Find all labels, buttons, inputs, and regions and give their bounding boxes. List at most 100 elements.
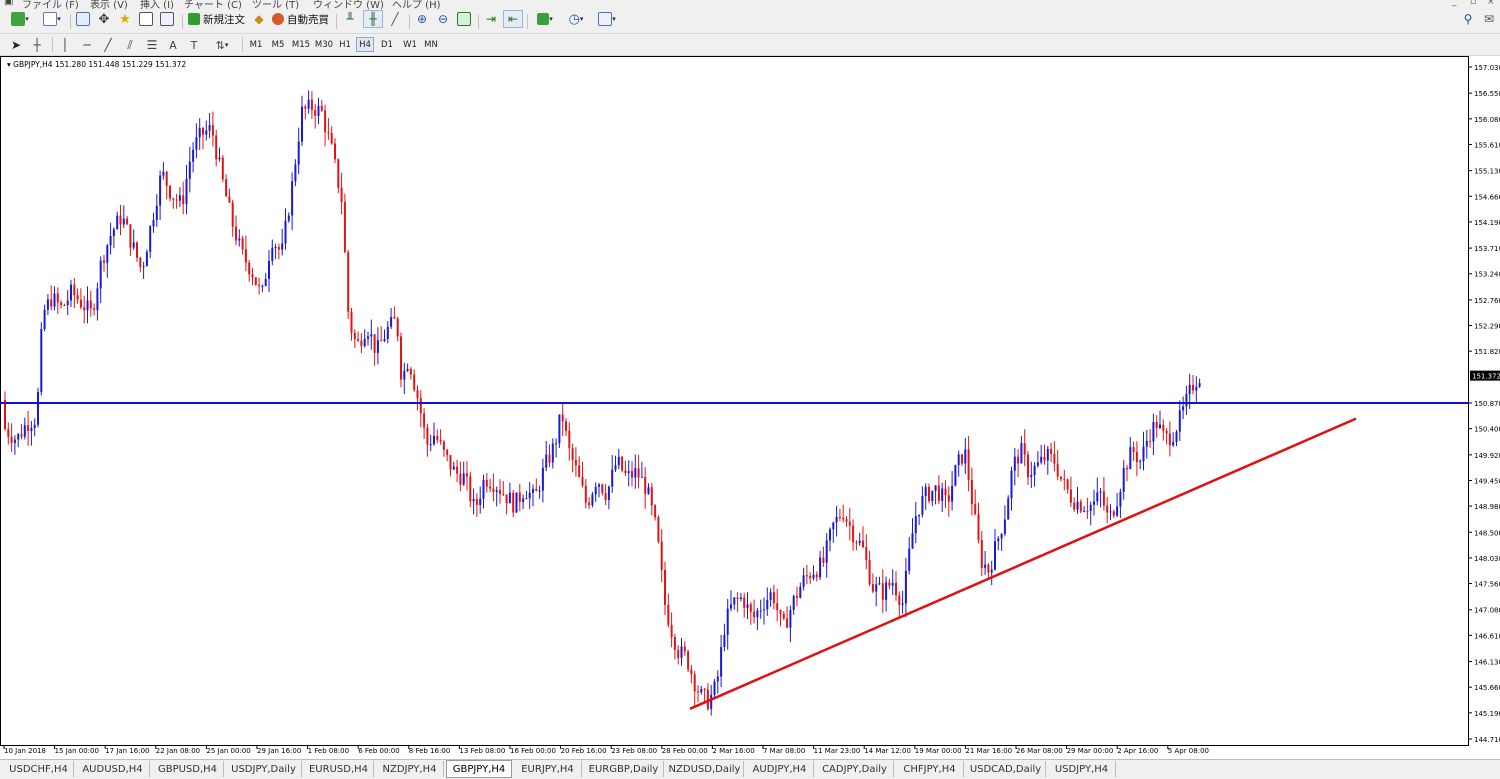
indicators-button[interactable]: ▾: [531, 10, 559, 28]
close-icon[interactable]: ×: [1487, 0, 1495, 7]
bull-candle-body: [1089, 504, 1092, 511]
chart-window[interactable]: ▾ GBPJPY,H4 151.280 151.448 151.229 151.…: [0, 56, 1500, 759]
navigator-button[interactable]: ✥: [95, 10, 113, 28]
horizontal-line-tool[interactable]: ─: [79, 36, 95, 54]
bull-candle-body: [934, 485, 937, 491]
bear-candle-body: [772, 592, 775, 604]
zoom-in-button[interactable]: ⊕: [413, 10, 431, 28]
timeframe-m1[interactable]: M1: [246, 37, 266, 52]
trendline-tool[interactable]: ╱: [100, 36, 116, 54]
timeframe-h4[interactable]: H4: [356, 37, 374, 52]
tab-chfjpy-h4[interactable]: CHFJPY,H4: [896, 761, 964, 777]
restore-icon[interactable]: ▫: [1470, 0, 1476, 7]
timeframe-d1[interactable]: D1: [378, 37, 396, 52]
zoom-out-button[interactable]: ⊖: [434, 10, 452, 28]
bull-candle-body: [901, 603, 904, 605]
tab-gbpjpy-h4[interactable]: GBPJPY,H4: [446, 760, 512, 778]
tab-usdchf-h4[interactable]: USDCHF,H4: [4, 761, 74, 777]
bull-candle-body: [617, 456, 620, 466]
menu-window[interactable]: ウィンドウ (W): [313, 0, 384, 10]
tab-nzdusd-daily[interactable]: NZDUSD,Daily: [666, 761, 744, 777]
bear-candle-body: [518, 492, 521, 502]
tab-eurusd-h4[interactable]: EURUSD,H4: [304, 761, 374, 777]
profiles-button[interactable]: ▾: [38, 10, 66, 28]
periods-button[interactable]: ◷ ▾: [562, 10, 590, 28]
favorites-button[interactable]: ★: [116, 10, 134, 28]
menu-help[interactable]: ヘルプ (H): [392, 0, 441, 10]
chat-button[interactable]: ✉: [1480, 10, 1498, 28]
line-chart-button[interactable]: ╱: [386, 10, 404, 28]
bear-candle-body: [782, 613, 785, 619]
bear-candle-body: [888, 582, 891, 586]
vertical-line-tool[interactable]: │: [58, 36, 72, 54]
bear-candle-body: [244, 249, 247, 263]
arrows-tool[interactable]: ⇅ ▾: [208, 36, 236, 54]
timeframe-m30[interactable]: M30: [313, 37, 335, 52]
market-watch-button[interactable]: [74, 10, 92, 28]
crosshair-tool[interactable]: ┼: [29, 36, 45, 54]
bear-candle-body: [475, 499, 478, 505]
timeframe-h1[interactable]: H1: [336, 37, 354, 52]
bear-candle-body: [248, 262, 251, 275]
tab-audusd-h4[interactable]: AUDUSD,H4: [76, 761, 150, 777]
menu-chart[interactable]: チャート (C): [184, 0, 242, 10]
channel-tool[interactable]: ⫽: [121, 36, 139, 54]
terminal-button[interactable]: [137, 10, 155, 28]
menu-view[interactable]: 表示 (V): [90, 0, 128, 10]
bear-candle-body: [1060, 476, 1062, 479]
price-chart[interactable]: ▾ GBPJPY,H4 151.280 151.448 151.229 151.…: [0, 56, 1500, 759]
timeframe-mn[interactable]: MN: [421, 37, 441, 52]
price-axis-label: 156.080: [1474, 116, 1500, 124]
text-tool[interactable]: A: [166, 36, 180, 54]
tab-nzdjpy-h4[interactable]: NZDJPY,H4: [376, 761, 444, 777]
auto-trading-button[interactable]: 自動売買: [272, 10, 332, 28]
bull-candle-body: [96, 288, 99, 311]
new-order-button[interactable]: 新規注文: [188, 10, 248, 28]
bull-candle-body: [598, 484, 600, 487]
menu-insert[interactable]: 挿入 (I): [140, 0, 174, 10]
bar-chart-button[interactable]: ╨: [341, 10, 359, 28]
bull-candle-body: [891, 582, 894, 586]
chart-shift-button[interactable]: ⇤: [503, 10, 523, 28]
bear-candle-body: [225, 179, 228, 197]
timeframe-m5[interactable]: M5: [268, 37, 288, 52]
search-button[interactable]: ⚲: [1460, 10, 1476, 28]
autoscroll-button[interactable]: ⇥: [482, 10, 500, 28]
timeframe-w1[interactable]: W1: [400, 37, 420, 52]
templates-button[interactable]: ▾: [593, 10, 621, 28]
tab-eurjpy-h4[interactable]: EURJPY,H4: [514, 761, 582, 777]
tab-usdcad-daily[interactable]: USDCAD,Daily: [966, 761, 1046, 777]
fibonacci-tool[interactable]: ☰: [143, 36, 161, 54]
candlestick-button[interactable]: ╫: [363, 10, 383, 28]
bear-candle-body: [1086, 510, 1089, 512]
tab-eurgbp-daily[interactable]: EURGBP,Daily: [584, 761, 664, 777]
bull-candle-body: [1159, 424, 1161, 429]
bear-candle-body: [852, 525, 855, 543]
bull-candle-body: [142, 266, 145, 268]
bull-candle-body: [792, 596, 795, 611]
bear-candle-body: [664, 570, 666, 605]
cursor-tool[interactable]: ➤: [8, 36, 24, 54]
bull-candle-body: [522, 498, 525, 502]
timeframe-m15[interactable]: M15: [290, 37, 312, 52]
tile-windows-button[interactable]: [455, 10, 473, 28]
new-chart-button[interactable]: ▾: [6, 10, 34, 28]
strategy-tester-button[interactable]: [158, 10, 176, 28]
tab-audjpy-h4[interactable]: AUDJPY,H4: [746, 761, 814, 777]
text-label-tool[interactable]: T: [186, 36, 202, 54]
chart-shift-icon: ⇤: [507, 12, 519, 26]
tab-usdjpy-daily[interactable]: USDJPY,Daily: [226, 761, 302, 777]
bull-candle-body: [479, 498, 482, 505]
bull-candle-body: [433, 435, 435, 445]
menu-tools[interactable]: ツール (T): [252, 0, 299, 10]
metaeditor-button[interactable]: ◆: [250, 10, 268, 28]
bear-candle-body: [809, 575, 812, 579]
bull-candle-body: [1040, 456, 1043, 463]
menu-file[interactable]: ファイル (F): [22, 0, 79, 10]
minimize-icon[interactable]: _: [1452, 0, 1457, 7]
tab-usdjpy-h4[interactable]: USDJPY,H4: [1048, 761, 1116, 777]
tab-cadjpy-daily[interactable]: CADJPY,Daily: [816, 761, 894, 777]
toolbar-separator: [336, 14, 337, 29]
tab-gbpusd-h4[interactable]: GBPUSD,H4: [152, 761, 224, 777]
bear-candle-body: [574, 459, 577, 466]
